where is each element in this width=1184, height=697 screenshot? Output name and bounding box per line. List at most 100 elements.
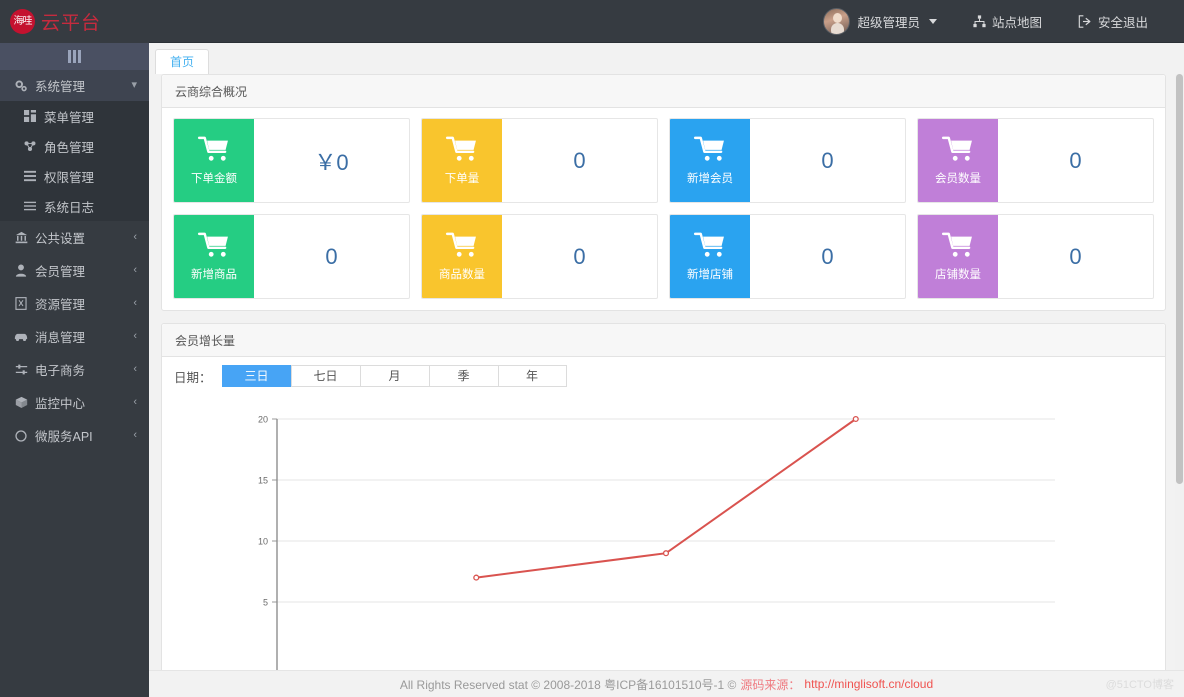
- stat-card[interactable]: 新增商品0: [173, 214, 410, 299]
- date-range-button[interactable]: 季: [429, 365, 498, 387]
- stat-card-icon-block: 新增商品: [174, 215, 254, 298]
- stat-card[interactable]: 会员数量 0: [917, 118, 1154, 203]
- sidebar-item-ecommerce[interactable]: 电子商务 ‹: [0, 353, 149, 386]
- stat-card[interactable]: 新增会员0: [669, 118, 906, 203]
- sidebar-item-message-manage[interactable]: 消息管理 ‹: [0, 320, 149, 353]
- stat-card-caption: 商品数量: [439, 266, 485, 282]
- sidebar-item-label: 资源管理: [35, 294, 85, 313]
- sidebar-item-permission-manage[interactable]: 权限管理: [0, 161, 149, 191]
- chevron-left-icon: ‹: [133, 430, 137, 441]
- sidebar-item-role-manage[interactable]: 角色管理: [0, 131, 149, 161]
- chevron-left-icon: ‹: [133, 331, 137, 342]
- sidebar-item-monitor-center[interactable]: 监控中心 ‹: [0, 386, 149, 419]
- user-name: 超级管理员: [857, 12, 920, 31]
- top-header: 海哇 云平台 超级管理员 站点地图: [0, 0, 1184, 43]
- sitemap-link[interactable]: 站点地图: [955, 12, 1060, 31]
- logout-icon: [1078, 15, 1092, 28]
- chevron-down-icon: ▾: [131, 80, 137, 91]
- sidebar-item-system-log[interactable]: 系统日志: [0, 191, 149, 221]
- footer-source-link[interactable]: http://minglisoft.cn/cloud: [804, 677, 933, 691]
- date-range-button[interactable]: 七日: [291, 365, 360, 387]
- tab-home[interactable]: 首页: [155, 49, 209, 74]
- brand-name: 云平台: [41, 8, 101, 35]
- header-actions: 超级管理员 站点地图: [805, 0, 1184, 43]
- sidebar-item-member-manage[interactable]: 会员管理 ‹: [0, 254, 149, 287]
- sidebar-item-label: 权限管理: [44, 167, 94, 186]
- svg-text:5: 5: [263, 598, 268, 608]
- growth-panel: 会员增长量 日期： 三日七日月季年 5101520: [161, 323, 1166, 684]
- stat-card-caption: 店铺数量: [935, 266, 981, 282]
- logout-link[interactable]: 安全退出: [1060, 12, 1166, 31]
- chevron-left-icon: ‹: [133, 364, 137, 375]
- cart-icon: [197, 136, 231, 167]
- chevron-left-icon: ‹: [133, 232, 137, 243]
- sidebar-item-label: 菜单管理: [44, 107, 94, 126]
- cart-icon: [445, 136, 479, 167]
- sidebar-item-resource-manage[interactable]: 资源管理 ‹: [0, 287, 149, 320]
- tab-bar: 首页: [149, 43, 1184, 74]
- sidebar-item-label: 系统日志: [44, 197, 94, 216]
- stat-card-value: 0: [502, 119, 657, 202]
- sidebar-group-label: 系统管理: [35, 76, 85, 95]
- cart-icon: [693, 136, 727, 167]
- stat-card-value: 0: [502, 215, 657, 298]
- grid-icon: [22, 110, 38, 122]
- page-footer: All Rights Reserved stat © 2008-2018 粤IC…: [149, 670, 1184, 697]
- stat-card-grid: 下单金额￥0 下单量0 新增会员0 会员数量0 新增商品0 商品数量0 新增店铺…: [173, 118, 1154, 299]
- stat-card[interactable]: 商品数量 0: [421, 214, 658, 299]
- stat-card-icon-block: 新增会员: [670, 119, 750, 202]
- stat-card-icon-block: 下单金额: [174, 119, 254, 202]
- content-scrollbar[interactable]: [1175, 74, 1184, 697]
- stat-card-caption: 新增店铺: [687, 266, 733, 282]
- stat-card-icon-block: 会员数量: [918, 119, 998, 202]
- sitemap-icon: [973, 15, 986, 28]
- stat-card[interactable]: 新增店铺0: [669, 214, 906, 299]
- stat-card-caption: 会员数量: [935, 170, 981, 186]
- sidebar-group-system[interactable]: 系统管理 ▾: [0, 70, 149, 101]
- sidebar-item-label: 微服务API: [35, 426, 93, 445]
- content-scroll-area: 云商综合概况 下单金额￥0 下单量0 新增会员0 会员数量0 新增商品0 商品数…: [149, 74, 1184, 697]
- chevron-down-icon: [929, 19, 937, 24]
- sidebar: 系统管理 ▾ 菜单管理: [0, 43, 149, 697]
- sidebar-item-label: 监控中心: [35, 393, 85, 412]
- sidebar-item-label: 角色管理: [44, 137, 94, 156]
- stat-card[interactable]: 下单量0: [421, 118, 658, 203]
- svg-text:15: 15: [258, 476, 268, 486]
- overview-panel: 云商综合概况 下单金额￥0 下单量0 新增会员0 会员数量0 新增商品0 商品数…: [161, 74, 1166, 311]
- brand-logo[interactable]: 海哇 云平台: [0, 0, 149, 43]
- cube-icon: [12, 396, 30, 409]
- list-icon: [22, 170, 38, 182]
- sliders-icon: [12, 363, 30, 376]
- sidebar-toggle[interactable]: [0, 43, 149, 70]
- sidebar-item-label: 会员管理: [35, 261, 85, 280]
- svg-text:10: 10: [258, 537, 268, 547]
- sidebar-item-microservice-api[interactable]: 微服务API ‹: [0, 419, 149, 452]
- watermark: @51CTO博客: [1106, 676, 1174, 692]
- user-menu[interactable]: 超级管理员: [805, 8, 955, 35]
- stat-card-icon-block: 商品数量: [422, 215, 502, 298]
- date-range-button[interactable]: 三日: [222, 365, 291, 387]
- stat-card-icon-block: 店铺数量: [918, 215, 998, 298]
- date-range-button[interactable]: 年: [498, 365, 567, 387]
- stat-card-icon-block: 下单量: [422, 119, 502, 202]
- cart-icon: [941, 232, 975, 263]
- cart-icon: [445, 232, 479, 263]
- stat-card[interactable]: 店铺数量0: [917, 214, 1154, 299]
- growth-title: 会员增长量: [162, 324, 1165, 357]
- bars-icon: [68, 50, 81, 63]
- sidebar-item-public-settings[interactable]: 公共设置 ‹: [0, 221, 149, 254]
- share-icon: [22, 140, 38, 152]
- stat-card-value: 0: [998, 119, 1153, 202]
- user-icon: [12, 264, 30, 277]
- stat-card[interactable]: 下单金额￥0: [173, 118, 410, 203]
- car-icon: [12, 331, 30, 342]
- bank-icon: [12, 231, 30, 244]
- scrollbar-thumb[interactable]: [1176, 74, 1183, 484]
- book-icon: [12, 297, 30, 310]
- growth-chart: 5 10 15 20: [162, 393, 1165, 683]
- overview-title: 云商综合概况: [162, 75, 1165, 108]
- app-root: 海哇 云平台 超级管理员 站点地图: [0, 0, 1184, 697]
- date-range-button[interactable]: 月: [360, 365, 429, 387]
- svg-text:20: 20: [258, 415, 268, 425]
- sidebar-item-menu-manage[interactable]: 菜单管理: [0, 101, 149, 131]
